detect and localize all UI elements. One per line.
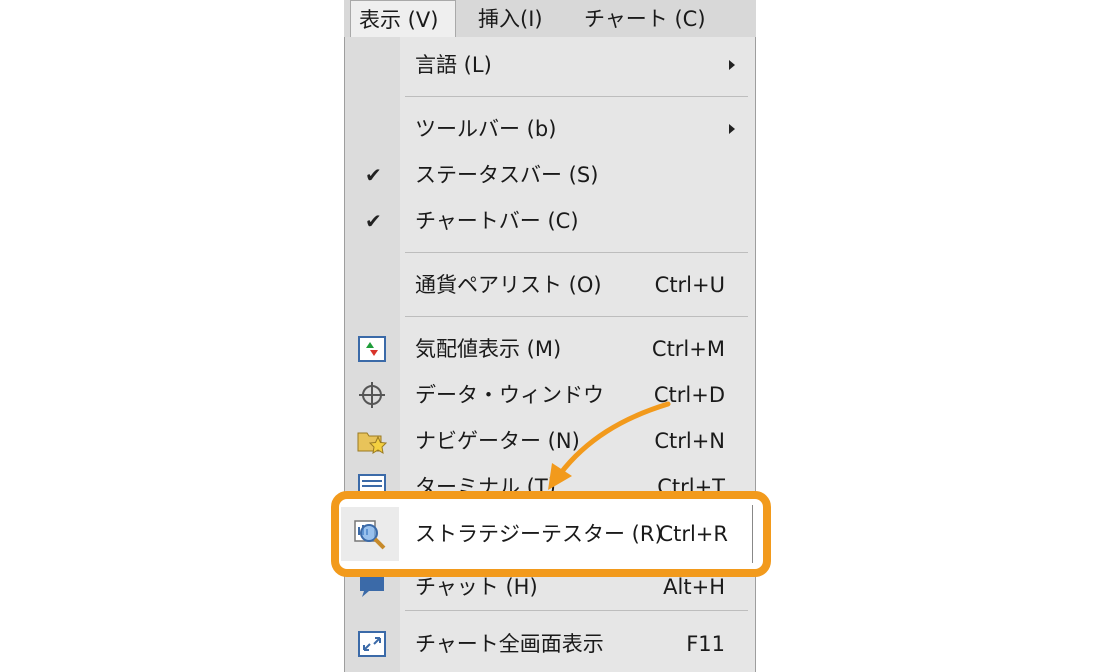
callout-arrow-line [557, 401, 671, 477]
callout-arrow [548, 401, 671, 490]
